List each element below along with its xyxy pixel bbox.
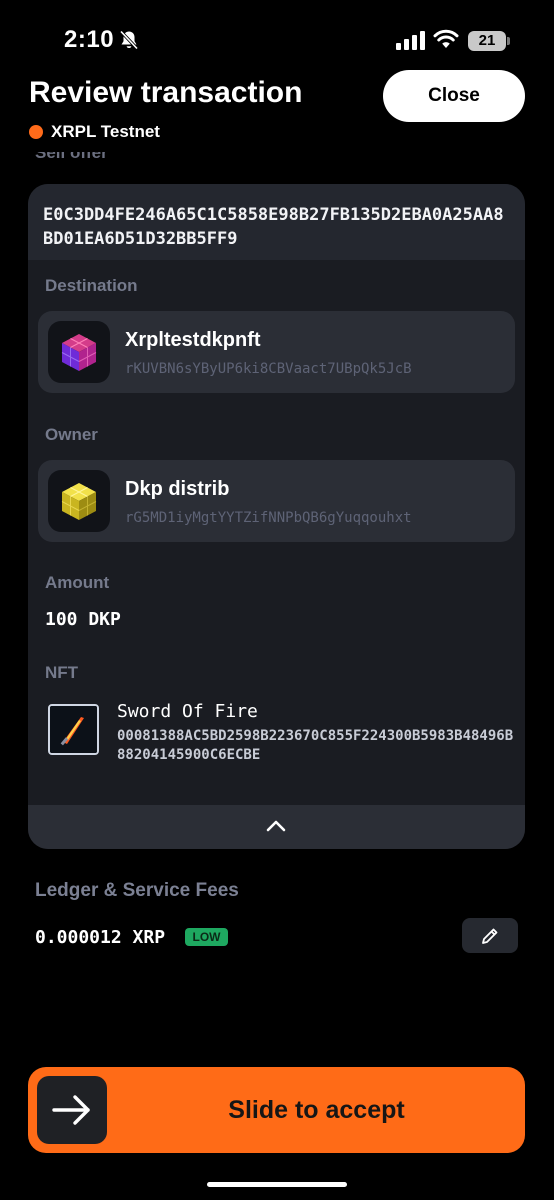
status-bar: 2:10 21 (0, 0, 554, 70)
amount-label: Amount (45, 573, 110, 592)
nft-name: Sword Of Fire (117, 701, 258, 722)
amount-value: 100 DKP (45, 609, 121, 630)
transaction-details-card: E0C3DD4FE246A65C1C5858E98B27FB135D2EBA0A… (28, 184, 525, 849)
close-button[interactable]: Close (383, 70, 525, 122)
sword-icon (50, 706, 97, 753)
status-time: 2:10 (64, 26, 115, 53)
destination-account[interactable]: Xrpltestdkpnft rKUVBN6sYByUP6ki8CBVaact7… (38, 311, 515, 393)
home-indicator (207, 1182, 347, 1187)
edit-fee-button[interactable] (462, 918, 518, 953)
battery-icon: 21 (468, 31, 506, 51)
sell-offer-label: Sell offer (35, 152, 108, 162)
slide-to-accept[interactable]: Slide to accept (28, 1067, 525, 1153)
signal-icon (396, 31, 425, 50)
battery-tip (507, 37, 510, 45)
fees-label: Ledger & Service Fees (35, 880, 239, 901)
slider-handle[interactable] (37, 1076, 107, 1144)
nft-thumbnail[interactable] (48, 704, 99, 755)
fee-value: 0.000012 XRP (35, 927, 166, 948)
nft-token-id: 00081388AC5BD2598B223670C855F224300B5983… (117, 728, 514, 763)
owner-account[interactable]: Dkp distrib rG5MD1iyMgtYYTZifNNPbQB6gYuq… (38, 460, 515, 542)
destination-name: Xrpltestdkpnft (125, 329, 261, 351)
collapse-details-button[interactable] (28, 805, 525, 849)
network-status-dot (29, 125, 43, 139)
owner-avatar (48, 470, 110, 532)
bell-slash-icon (119, 30, 139, 50)
owner-address: rG5MD1iyMgtYYTZifNNPbQB6gYuqqouhxt (125, 510, 412, 526)
owner-label: Owner (45, 425, 98, 444)
arrow-right-icon (52, 1095, 90, 1125)
cube-avatar-icon (61, 483, 97, 520)
wifi-icon (433, 29, 459, 48)
destination-avatar (48, 321, 110, 383)
owner-name: Dkp distrib (125, 478, 230, 500)
slider-label: Slide to accept (228, 1096, 405, 1124)
pencil-icon (482, 928, 498, 944)
sell-offer-block: E0C3DD4FE246A65C1C5858E98B27FB135D2EBA0A… (28, 184, 525, 260)
cube-avatar-icon (61, 334, 97, 371)
network-label: XRPL Testnet (51, 122, 160, 141)
fee-level-badge: LOW (185, 928, 228, 946)
sell-offer-id: E0C3DD4FE246A65C1C5858E98B27FB135D2EBA0A… (43, 205, 504, 249)
chevron-up-icon (266, 820, 286, 832)
nft-label: NFT (45, 663, 79, 682)
page-title: Review transaction (29, 76, 303, 109)
destination-address: rKUVBN6sYByUP6ki8CBVaact7UBpQk5JcB (125, 361, 412, 377)
destination-label: Destination (45, 276, 138, 295)
